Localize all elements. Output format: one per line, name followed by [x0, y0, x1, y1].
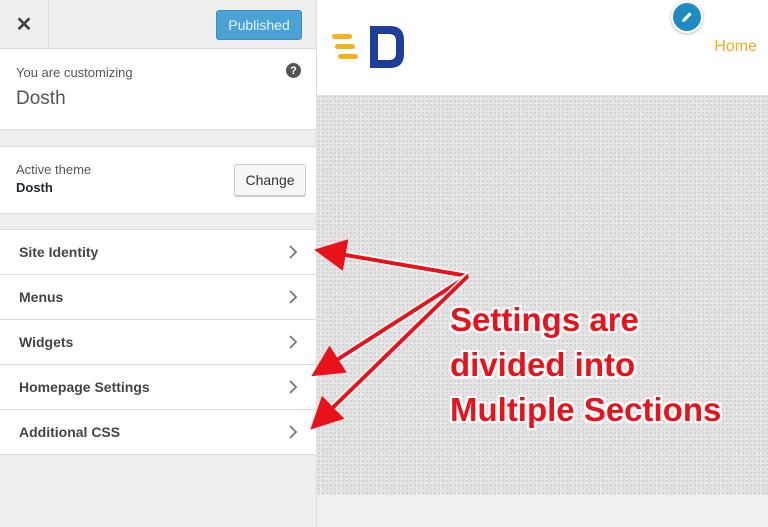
published-button[interactable]: Published [216, 10, 302, 40]
section-menus[interactable]: Menus [0, 275, 316, 320]
annotation-line: divided into [450, 346, 636, 383]
chevron-right-icon [289, 380, 298, 394]
section-widgets[interactable]: Widgets [0, 320, 316, 365]
active-theme-name: Dosth [16, 180, 53, 195]
customizer-panel: ✕ Published You are customizing Dosth ? … [0, 0, 317, 527]
nav-home-link[interactable]: Home [714, 38, 757, 56]
site-preview: Home [317, 0, 768, 527]
section-additional-css[interactable]: Additional CSS [0, 410, 316, 455]
section-label: Widgets [19, 334, 74, 350]
section-list: Site Identity Menus Widgets Homepage Set… [0, 229, 316, 455]
preview-background [317, 95, 768, 495]
customizing-label: You are customizing [16, 65, 133, 80]
chevron-right-icon [289, 245, 298, 259]
section-homepage-settings[interactable]: Homepage Settings [0, 365, 316, 410]
chevron-right-icon [289, 290, 298, 304]
annotation-callout: Settings are divided into Multiple Secti… [450, 297, 762, 432]
customizing-info: You are customizing Dosth ? [0, 49, 316, 130]
section-label: Menus [19, 289, 64, 305]
annotation-line: Settings are [450, 301, 639, 338]
active-theme-label: Active theme [16, 162, 92, 177]
site-logo[interactable] [332, 22, 408, 72]
close-icon[interactable]: ✕ [0, 0, 49, 48]
annotation-line: Multiple Sections [450, 391, 722, 428]
section-site-identity[interactable]: Site Identity [0, 230, 316, 275]
site-header: Home [317, 0, 768, 95]
site-name: Dosth [16, 88, 66, 109]
help-icon[interactable]: ? [286, 63, 301, 78]
pencil-icon[interactable] [671, 1, 703, 33]
change-theme-button[interactable]: Change [234, 164, 306, 196]
chevron-right-icon [289, 425, 298, 439]
section-label: Site Identity [19, 244, 99, 260]
chevron-right-icon [289, 335, 298, 349]
section-label: Additional CSS [19, 424, 121, 440]
section-label: Homepage Settings [19, 379, 150, 395]
customizer-header: ✕ Published [0, 0, 316, 49]
active-theme-box: Active theme Dosth Change [0, 146, 316, 214]
